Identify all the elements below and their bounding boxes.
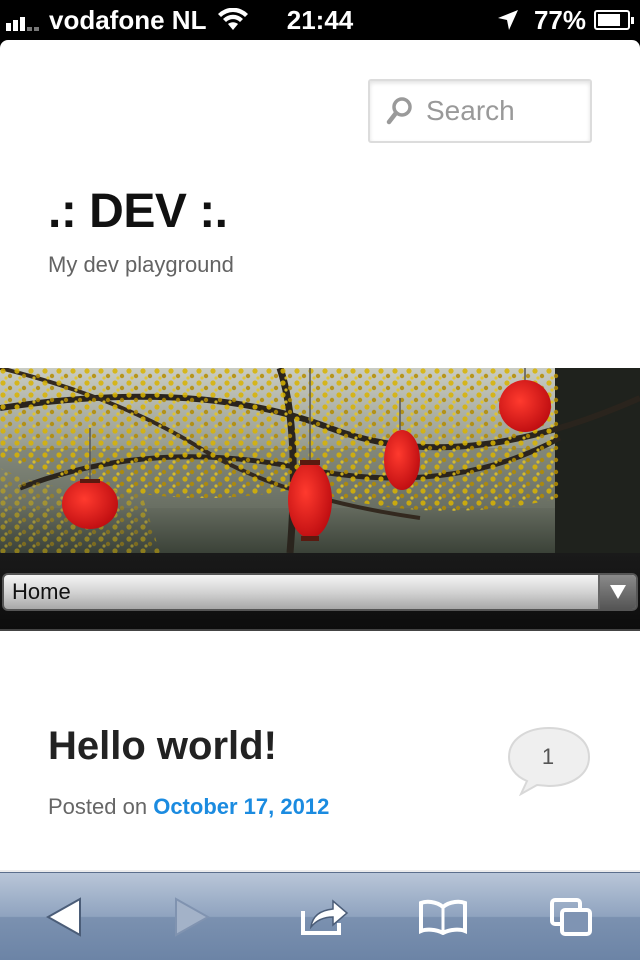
site-description: My dev playground (48, 252, 234, 277)
forward-button[interactable] (162, 891, 222, 943)
bookmarks-button[interactable] (413, 891, 473, 943)
header-image[interactable] (0, 368, 640, 553)
post-date-link[interactable]: October 17, 2012 (153, 794, 329, 819)
post-meta: Posted on October 17, 2012 (48, 794, 329, 820)
location-arrow-icon (497, 10, 518, 30)
share-button[interactable] (294, 891, 354, 943)
tabs-icon (550, 898, 592, 936)
back-icon (46, 897, 81, 937)
search-icon (386, 97, 412, 125)
bookmarks-icon (419, 899, 467, 935)
search-input[interactable] (426, 95, 586, 127)
comments-link[interactable]: 1 (507, 726, 591, 801)
search-box[interactable] (368, 79, 592, 143)
web-page: .: DEV :. My dev playground (0, 40, 640, 872)
dropdown-arrow-icon[interactable] (598, 575, 636, 609)
safari-toolbar (0, 872, 640, 960)
menu-select-value: Home (12, 579, 71, 604)
battery-icon (594, 10, 634, 30)
battery-percentage: 77% (533, 4, 586, 35)
back-button[interactable] (34, 891, 94, 943)
tabs-button[interactable] (541, 891, 601, 943)
comment-count: 1 (541, 744, 555, 769)
lanterns-and-blossoms-image (0, 368, 640, 553)
menu-select[interactable]: Home (2, 573, 638, 611)
site-title[interactable]: .: DEV :. (48, 184, 228, 239)
forward-icon (175, 897, 210, 937)
share-icon (301, 899, 349, 935)
main-navigation: Home (0, 553, 640, 631)
posted-on-label: Posted on (48, 794, 148, 819)
post-title[interactable]: Hello world! (48, 724, 277, 769)
status-bar: vodafone NL 21:44 77% (0, 0, 640, 40)
